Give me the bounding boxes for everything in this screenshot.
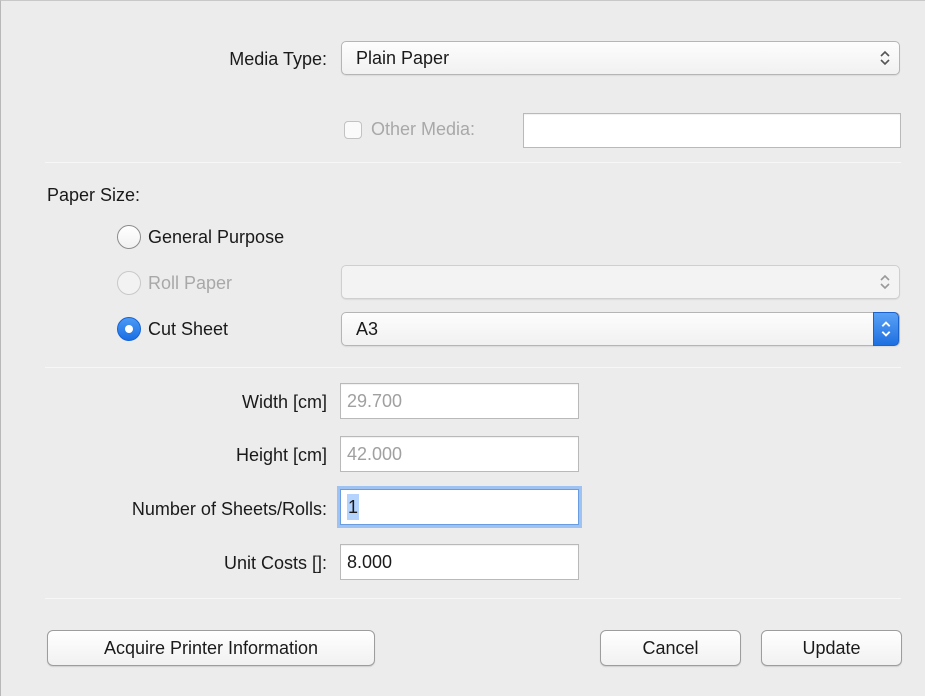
height-field: 42.000	[340, 436, 579, 472]
height-label: Height [cm]	[235, 445, 327, 465]
roll-paper-label: Roll Paper	[148, 273, 233, 293]
separator	[45, 367, 901, 368]
popup-arrows-icon	[880, 50, 890, 66]
paper-size-label: Paper Size:	[47, 185, 141, 205]
general-purpose-radio[interactable]	[117, 225, 141, 249]
paper-settings-dialog: Media Type: Plain Paper Other Media: Pap…	[0, 0, 925, 696]
media-type-label: Media Type:	[229, 49, 327, 69]
cut-sheet-label: Cut Sheet	[148, 319, 229, 339]
unit-costs-field[interactable]: 8.000	[340, 544, 579, 580]
cut-sheet-popup[interactable]: A3	[341, 312, 900, 346]
sheets-label: Number of Sheets/Rolls:	[131, 499, 327, 519]
update-button[interactable]: Update	[761, 630, 902, 666]
acquire-printer-info-button[interactable]: Acquire Printer Information	[47, 630, 375, 666]
roll-paper-popup[interactable]	[341, 265, 900, 299]
separator	[45, 162, 901, 163]
media-type-value: Plain Paper	[356, 48, 450, 68]
other-media-field[interactable]	[523, 113, 901, 148]
other-media-checkbox[interactable]	[344, 121, 362, 139]
width-field: 29.700	[340, 383, 579, 419]
separator	[45, 598, 901, 599]
cut-sheet-value: A3	[356, 319, 379, 339]
popup-arrows-icon	[880, 274, 890, 290]
general-purpose-label: General Purpose	[148, 227, 285, 247]
sheets-value: 1	[347, 494, 360, 520]
popup-arrows-icon	[873, 312, 899, 346]
sheets-field[interactable]: 1	[340, 489, 579, 525]
cancel-button[interactable]: Cancel	[600, 630, 741, 666]
cut-sheet-radio[interactable]	[117, 317, 141, 341]
media-type-popup[interactable]: Plain Paper	[341, 41, 900, 75]
other-media-label: Other Media:	[371, 119, 476, 139]
unit-costs-label: Unit Costs []:	[223, 553, 327, 573]
roll-paper-radio[interactable]	[117, 271, 141, 295]
width-label: Width [cm]	[241, 392, 327, 412]
